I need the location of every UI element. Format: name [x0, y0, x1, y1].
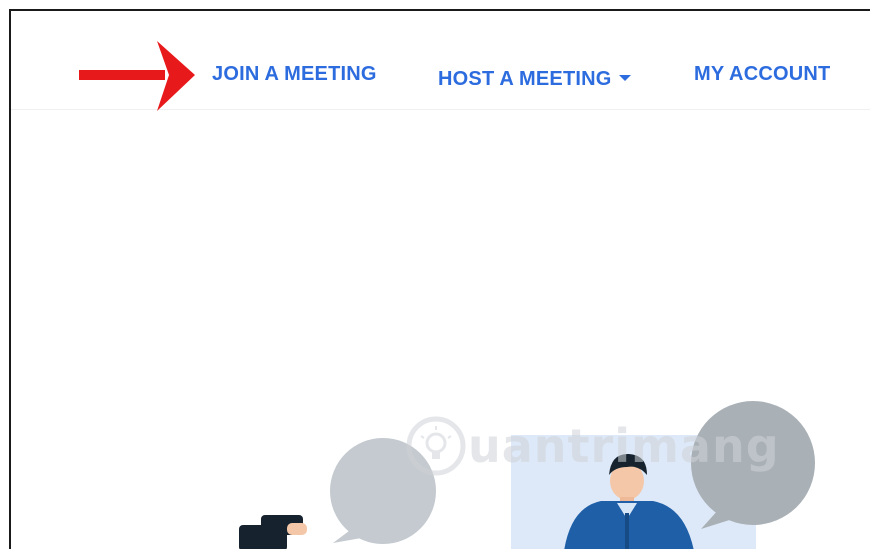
watermark-text: uantrimang [468, 419, 780, 473]
host-a-meeting-label: HOST A MEETING [438, 68, 612, 90]
hand-figure [239, 515, 307, 549]
red-arrow-icon [79, 41, 195, 111]
top-navigation-bar: JOIN A MEETING HOST A MEETING MY ACCOUNT [11, 11, 870, 111]
watermark: uantrimang [406, 416, 780, 476]
my-account-link[interactable]: MY ACCOUNT [694, 63, 830, 86]
browser-frame: JOIN A MEETING HOST A MEETING MY ACCOUNT [9, 9, 870, 549]
caret-down-icon [618, 74, 631, 81]
lightbulb-icon [406, 416, 466, 476]
host-a-meeting-dropdown[interactable]: HOST A MEETING [438, 68, 631, 91]
join-a-meeting-link[interactable]: JOIN A MEETING [212, 63, 377, 86]
